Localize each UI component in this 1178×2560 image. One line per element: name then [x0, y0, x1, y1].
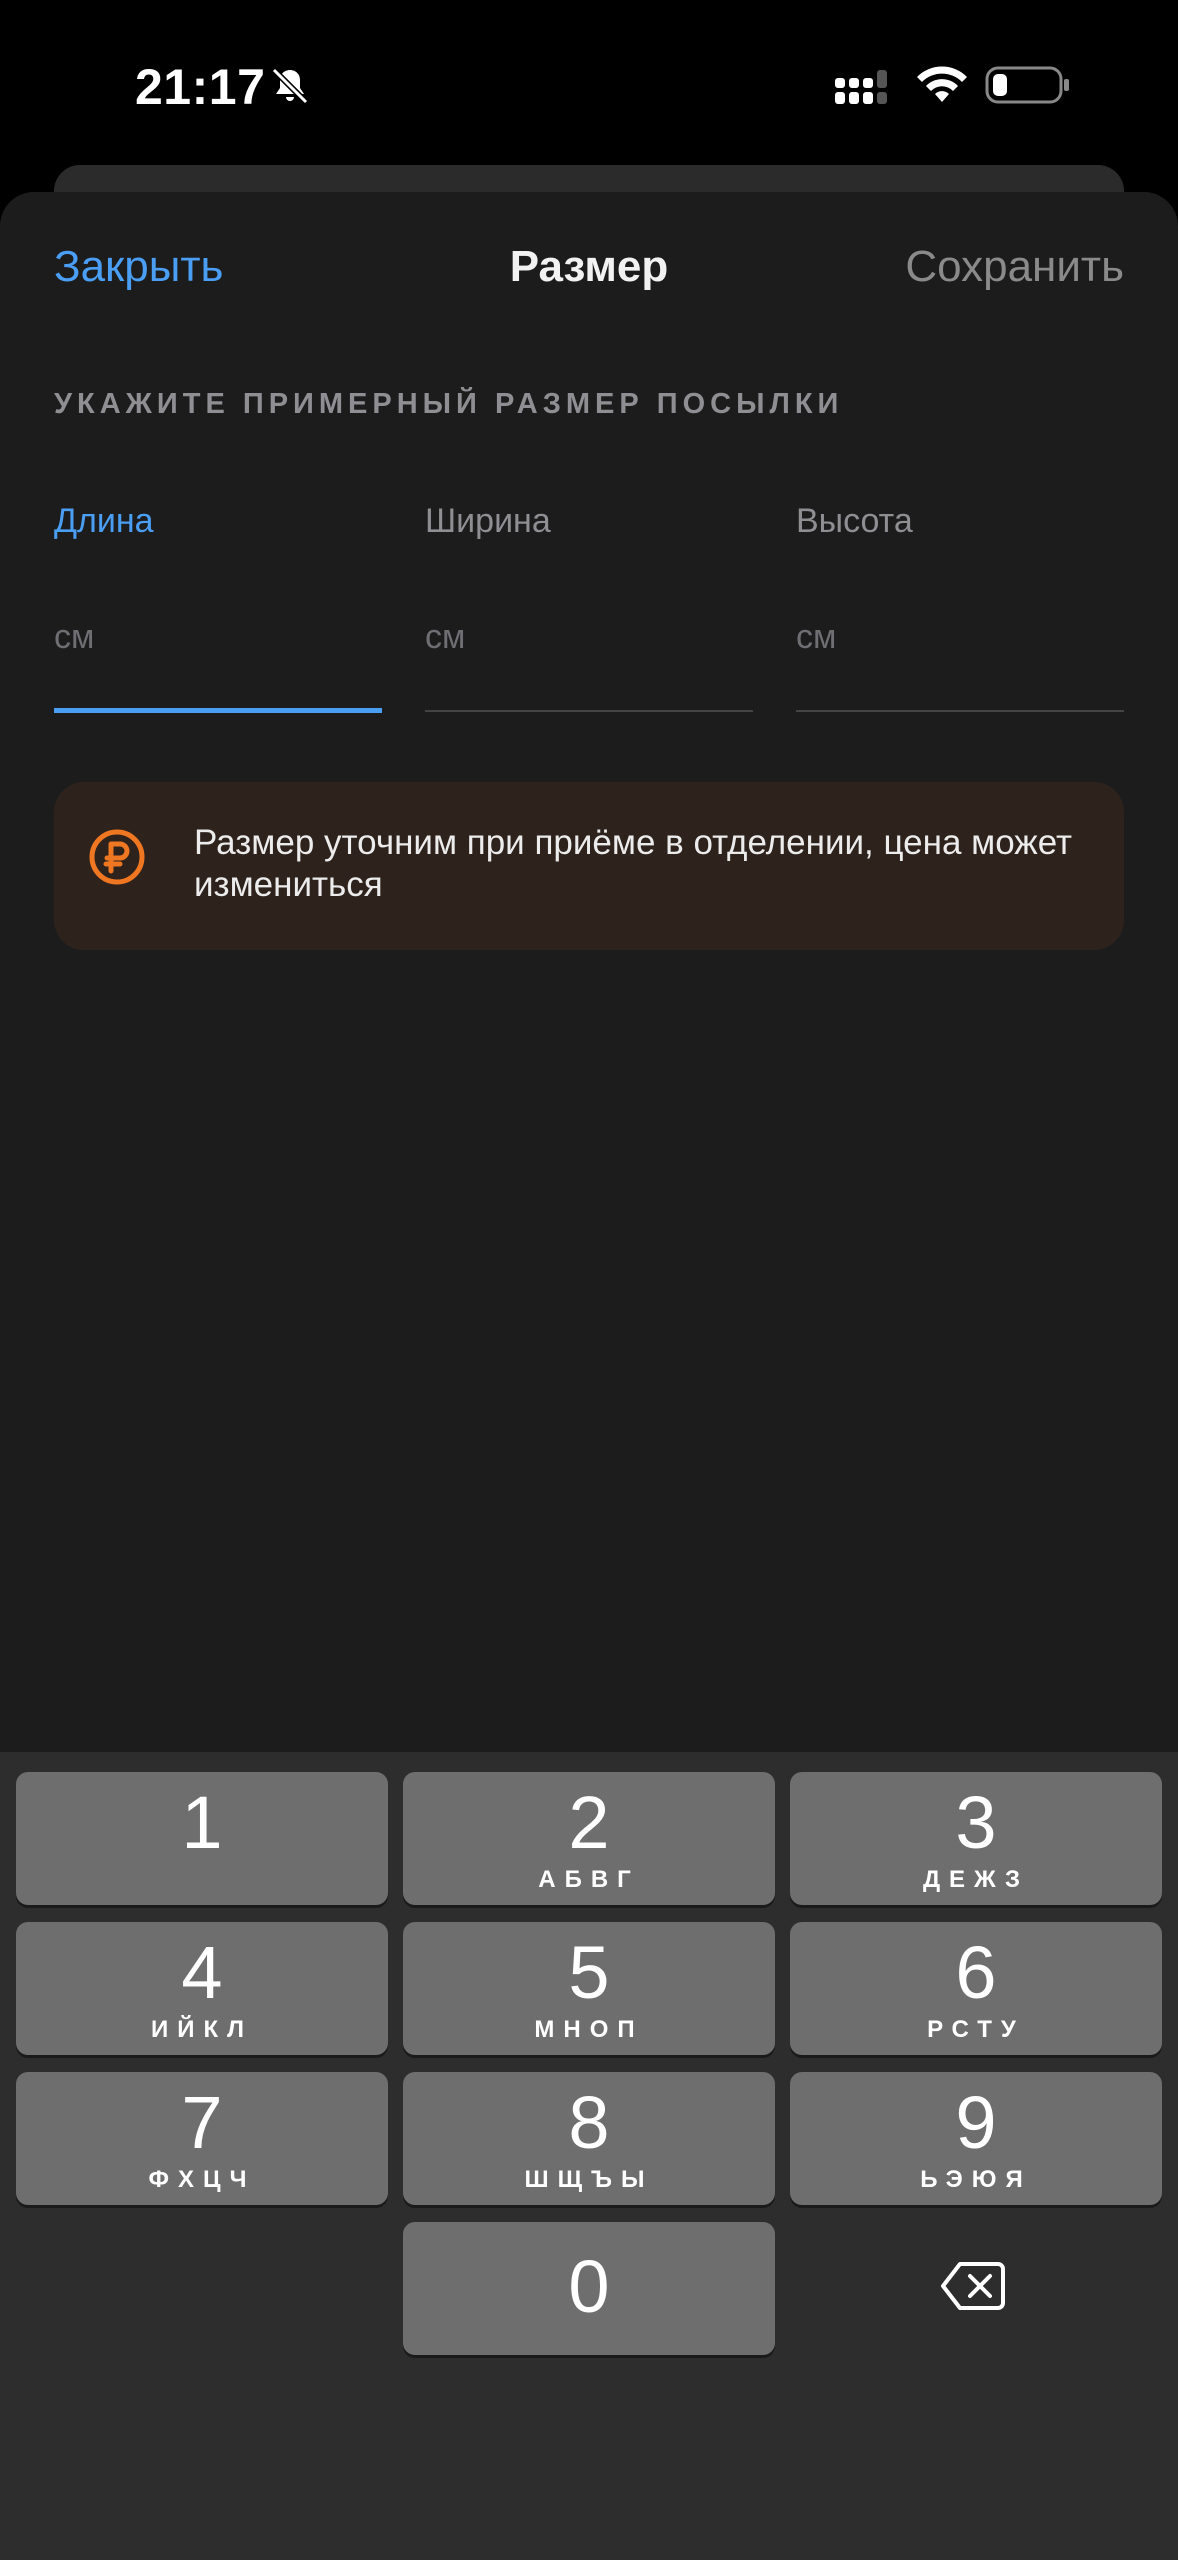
backspace-icon	[941, 2262, 1005, 2310]
key-letters: РСТУ	[927, 2016, 1025, 2043]
key-letters: ШЩЪЫ	[524, 2166, 654, 2193]
key-digit: 8	[568, 2081, 610, 2164]
key-digit: 0	[568, 2245, 610, 2328]
key-digit: 4	[181, 1931, 223, 2014]
length-underline	[54, 708, 382, 713]
status-time: 21:17	[135, 59, 266, 115]
key-4[interactable]: 4 ИЙКЛ	[16, 1922, 388, 2055]
key-digit: 6	[955, 1931, 997, 2014]
numeric-keypad: 1 2 АБВГ 3 ДЕЖЗ 4 ИЙКЛ 5 МНОП 6 РСТУ 7 Ф…	[0, 1752, 1178, 2560]
width-field[interactable]: Ширина	[425, 502, 753, 722]
key-5[interactable]: 5 МНОП	[403, 1922, 775, 2055]
length-field[interactable]: Длина	[54, 502, 382, 722]
key-9[interactable]: 9 ЬЭЮЯ	[790, 2072, 1162, 2205]
status-bar: 21:17	[0, 0, 1178, 170]
battery-icon	[985, 66, 1069, 104]
close-button[interactable]: Закрыть	[54, 242, 223, 292]
key-8[interactable]: 8 ШЩЪЫ	[403, 2072, 775, 2205]
width-label: Ширина	[425, 502, 551, 540]
key-6[interactable]: 6 РСТУ	[790, 1922, 1162, 2055]
key-letters: МНОП	[534, 2016, 644, 2043]
key-7[interactable]: 7 ФХЦЧ	[16, 2072, 388, 2205]
length-label: Длина	[54, 502, 154, 540]
key-digit: 9	[955, 2081, 997, 2164]
height-input[interactable]	[796, 607, 1124, 667]
sheet-nav-bar: Закрыть Размер Сохранить	[0, 192, 1178, 342]
key-1[interactable]: 1	[16, 1772, 388, 1905]
key-digit: 7	[181, 2081, 223, 2164]
key-letters: АБВГ	[538, 1866, 640, 1893]
signal-icon	[835, 70, 887, 104]
key-0[interactable]: 0	[403, 2222, 775, 2355]
wifi-icon	[917, 66, 967, 102]
section-header: УКАЖИТЕ ПРИМЕРНЫЙ РАЗМЕР ПОСЫЛКИ	[54, 388, 844, 420]
key-digit: 1	[181, 1781, 223, 1864]
key-letters: ИЙКЛ	[151, 2016, 253, 2043]
backspace-key[interactable]	[790, 2222, 1162, 2355]
key-letters: ФХЦЧ	[148, 2166, 256, 2193]
length-input[interactable]	[54, 607, 382, 667]
ruble-icon	[89, 829, 145, 885]
height-label: Высота	[796, 502, 913, 540]
key-letters: ЬЭЮЯ	[920, 2166, 1032, 2193]
height-underline	[796, 710, 1124, 712]
bell-slash-icon	[271, 67, 309, 105]
height-field[interactable]: Высота	[796, 502, 1124, 722]
width-input[interactable]	[425, 607, 753, 667]
key-digit: 3	[955, 1781, 997, 1864]
price-notice: Размер уточним при приёме в отделении, ц…	[54, 782, 1124, 950]
key-3[interactable]: 3 ДЕЖЗ	[790, 1772, 1162, 1905]
key-2[interactable]: 2 АБВГ	[403, 1772, 775, 1905]
key-digit: 2	[568, 1781, 610, 1864]
width-underline	[425, 710, 753, 712]
notice-text: Размер уточним при приёме в отделении, ц…	[194, 823, 1073, 904]
save-button[interactable]: Сохранить	[905, 242, 1124, 292]
key-digit: 5	[568, 1931, 610, 2014]
key-letters: ДЕЖЗ	[922, 1866, 1030, 1893]
